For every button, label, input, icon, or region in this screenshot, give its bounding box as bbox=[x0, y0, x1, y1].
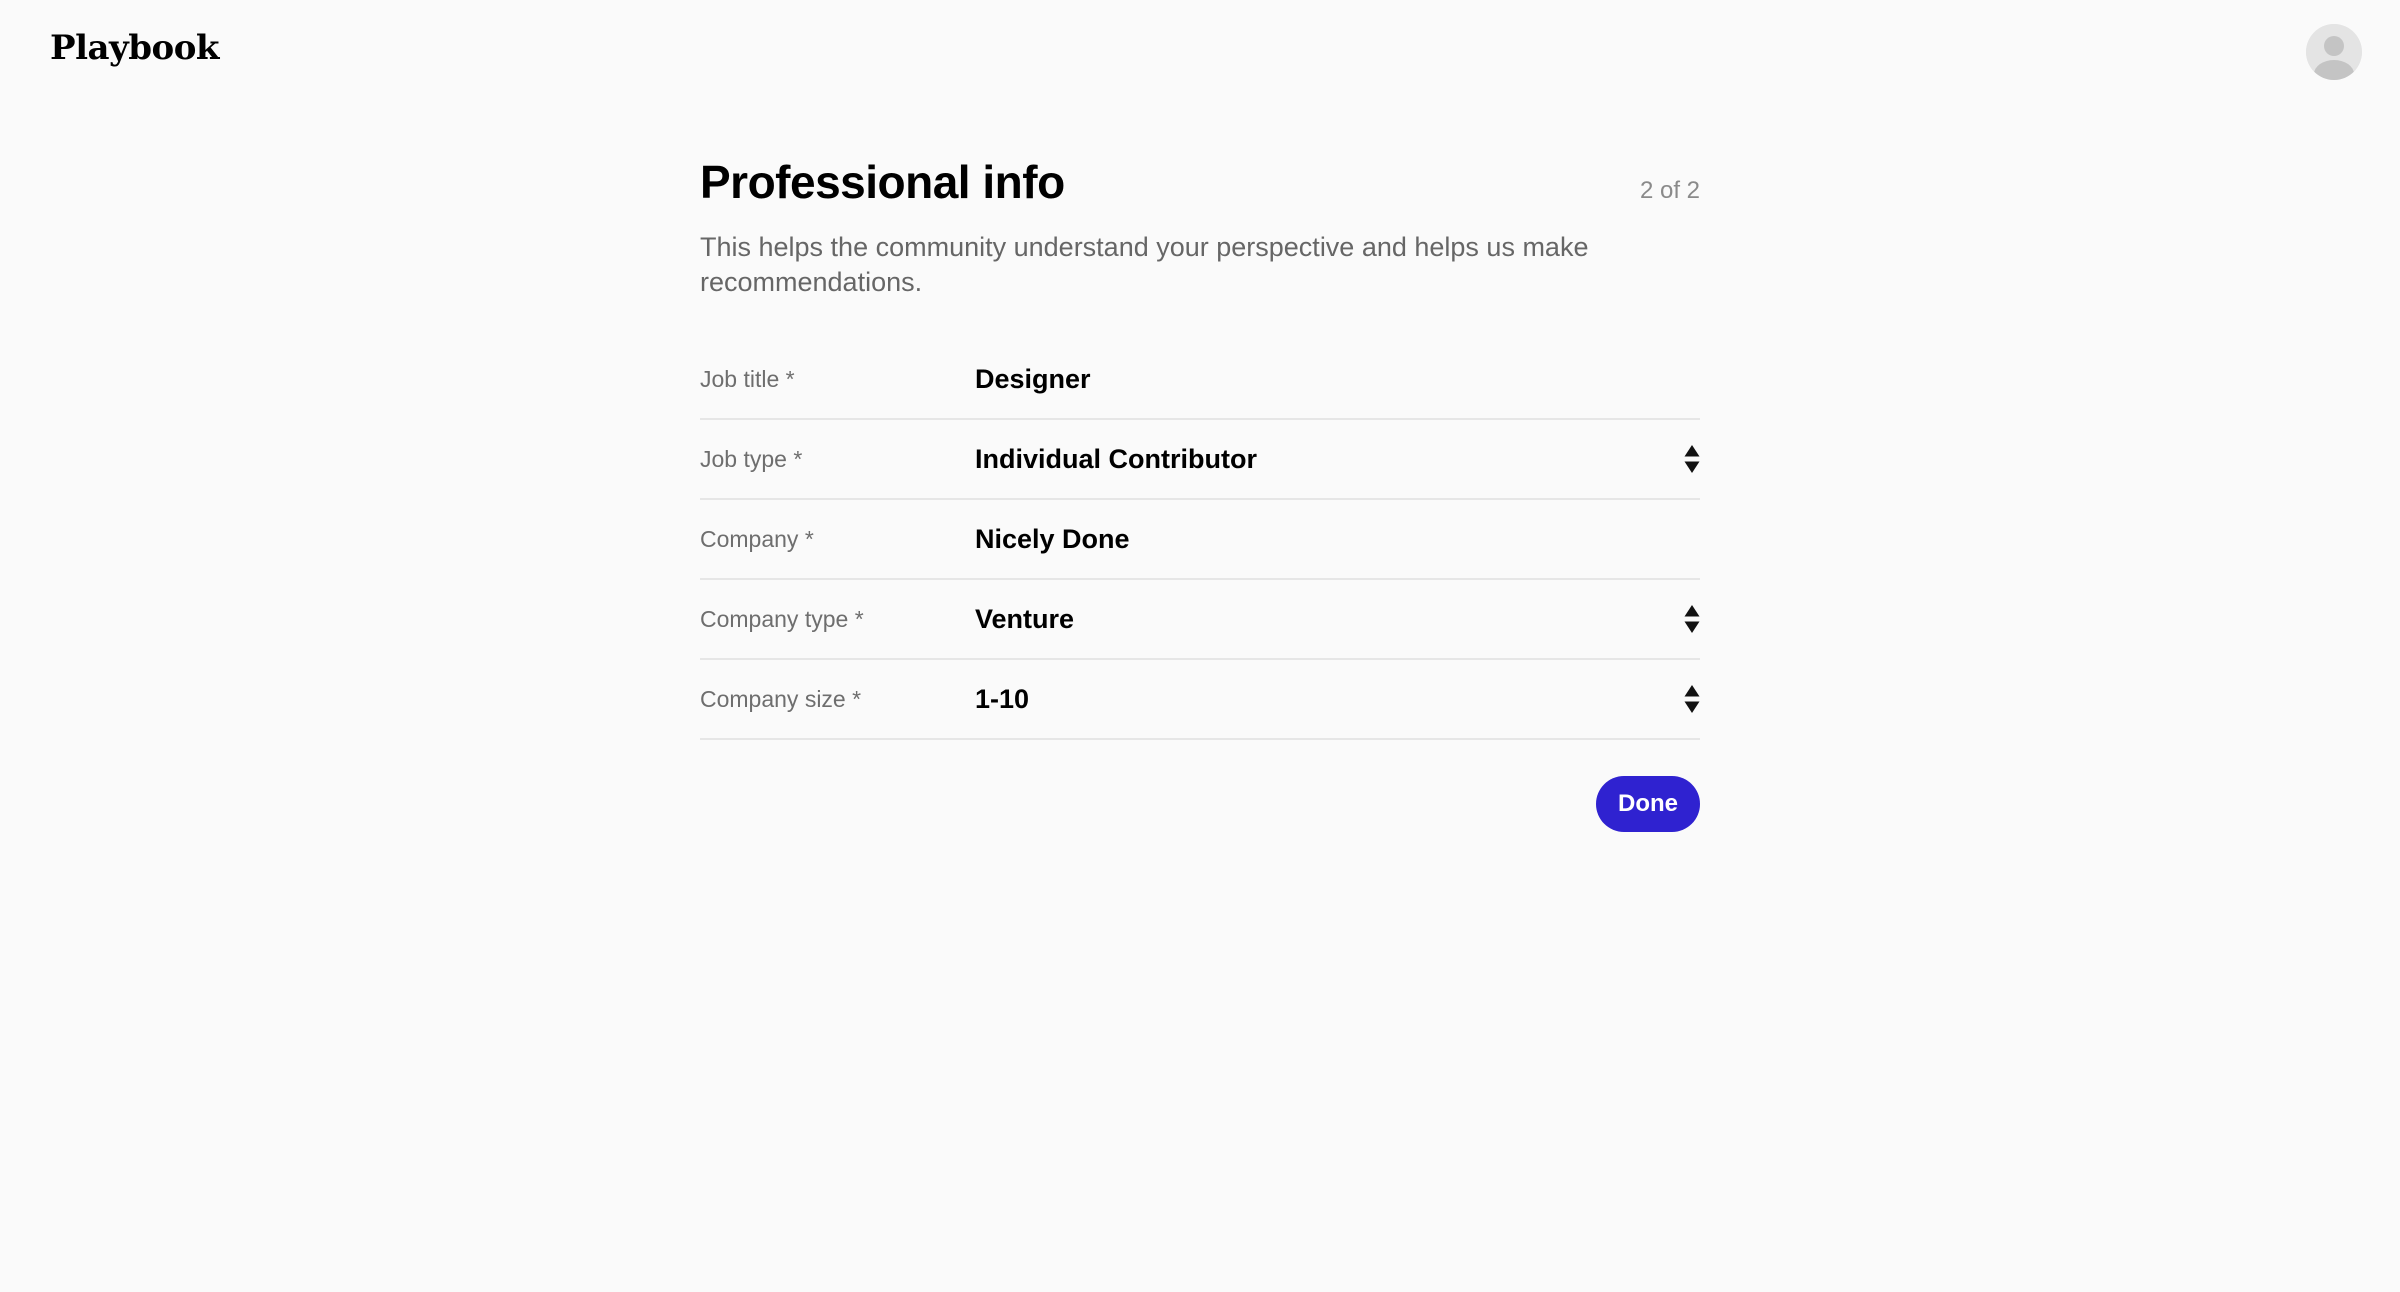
select-arrows-icon bbox=[1684, 445, 1700, 473]
job-type-label: Job type * bbox=[700, 445, 803, 472]
professional-info-panel: Professional info 2 of 2 This helps the … bbox=[700, 150, 1700, 832]
company-type-select[interactable]: Venture bbox=[975, 580, 1700, 658]
job-type-row: Job type * Individual Contributor bbox=[700, 420, 1700, 500]
company-size-select[interactable]: 1-10 bbox=[975, 660, 1700, 738]
company-type-value: Venture bbox=[975, 603, 1075, 634]
user-avatar-icon bbox=[2306, 24, 2362, 80]
professional-info-form: Job title * Job type * Individual Contri… bbox=[700, 340, 1700, 740]
company-type-label: Company type * bbox=[700, 605, 864, 632]
job-type-select[interactable]: Individual Contributor bbox=[975, 420, 1700, 498]
page-header: Professional info 2 of 2 bbox=[700, 150, 1700, 214]
company-size-label: Company size * bbox=[700, 685, 862, 712]
step-indicator: 2 of 2 bbox=[1639, 177, 1700, 204]
company-label: Company * bbox=[700, 525, 814, 552]
playbook-logo[interactable]: Playbook bbox=[50, 24, 219, 72]
job-type-value: Individual Contributor bbox=[975, 443, 1257, 474]
app-root: Playbook Professional info 2 of 2 This h… bbox=[0, 0, 2400, 1292]
company-size-row: Company size * 1-10 bbox=[700, 660, 1700, 740]
job-title-row: Job title * bbox=[700, 340, 1700, 420]
select-arrows-icon bbox=[1684, 605, 1700, 633]
form-actions: Done bbox=[700, 776, 1700, 832]
done-button[interactable]: Done bbox=[1596, 776, 1700, 832]
user-avatar[interactable] bbox=[2306, 24, 2362, 80]
job-title-input[interactable] bbox=[975, 363, 1700, 395]
company-row: Company * bbox=[700, 500, 1700, 580]
page-title: Professional info bbox=[700, 156, 1065, 208]
job-title-label: Job title * bbox=[700, 365, 795, 392]
select-arrows-icon bbox=[1684, 685, 1700, 713]
company-size-value: 1-10 bbox=[975, 683, 1030, 714]
company-type-row: Company type * Venture bbox=[700, 580, 1700, 660]
company-input[interactable] bbox=[975, 523, 1700, 555]
page-subtitle: This helps the community understand your… bbox=[700, 232, 1589, 297]
